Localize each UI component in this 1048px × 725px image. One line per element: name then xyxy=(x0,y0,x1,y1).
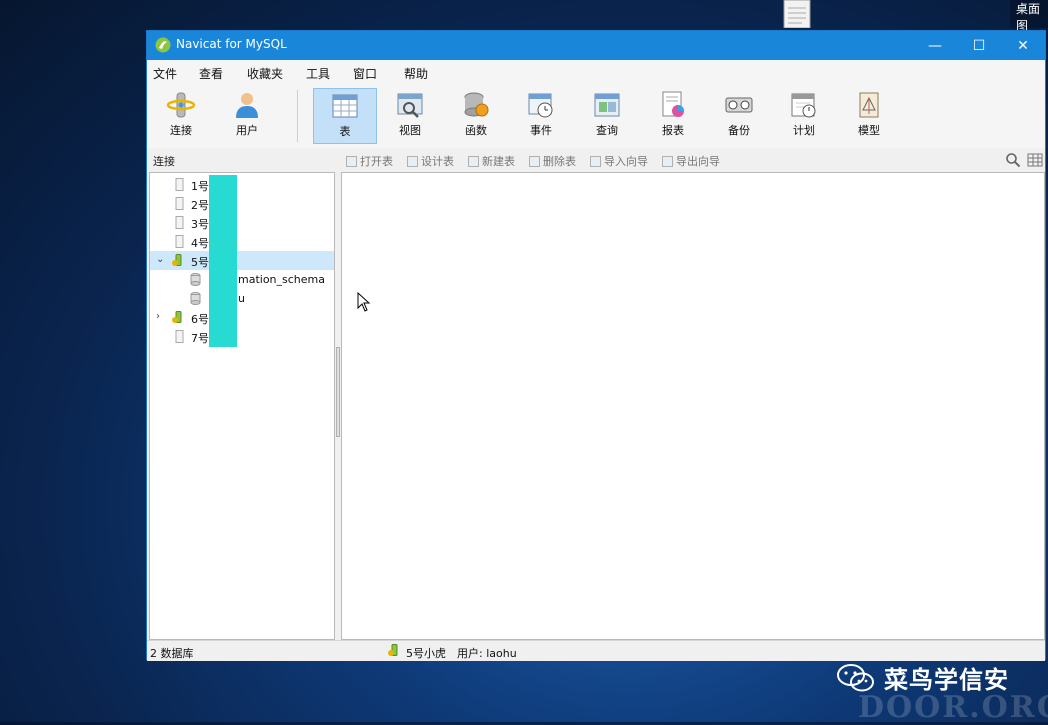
connection-closed-icon xyxy=(175,197,184,210)
tree-item-connection-6[interactable]: › 6号 xyxy=(150,308,334,327)
report-icon xyxy=(662,91,684,117)
toolbar-event-button[interactable]: 事件 xyxy=(509,88,573,144)
toolbar-separator xyxy=(297,90,298,142)
connection-closed-icon xyxy=(175,216,184,229)
view-icon xyxy=(397,93,423,118)
connection-tree[interactable]: 1号 2号 3号 4号 ⌄ 5号 mation_schema u › 6号 7号 xyxy=(149,172,335,640)
tree-item-connection-3[interactable]: 3号 xyxy=(150,213,334,232)
tree-item-database-schema[interactable]: mation_schema xyxy=(150,270,334,289)
table-icon xyxy=(332,94,358,118)
user-icon xyxy=(236,93,258,118)
menu-window[interactable]: 窗口 xyxy=(353,65,377,82)
window-title: Navicat for MySQL xyxy=(176,37,287,51)
tree-item-connection-2[interactable]: 2号 xyxy=(150,194,334,213)
status-bar: 2 数据库 5号小虎 用户: laohu xyxy=(147,640,1045,661)
close-button[interactable]: ✕ xyxy=(1001,31,1045,60)
event-icon xyxy=(528,93,553,118)
main-toolbar: 连接 用户 表 视图 函数 事件 查询 报表 备份 计划 模型 xyxy=(147,84,1045,149)
desktop-file-icon[interactable] xyxy=(782,0,812,29)
status-connection-name: 5号小虎 xyxy=(406,647,446,660)
tree-item-connection-4[interactable]: 4号 xyxy=(150,232,334,251)
search-icon[interactable] xyxy=(1005,152,1021,168)
menu-help[interactable]: 帮助 xyxy=(404,65,428,82)
minimize-button[interactable]: — xyxy=(913,31,957,60)
import-wizard-icon xyxy=(590,155,601,167)
toolbar-model-button[interactable]: 模型 xyxy=(837,88,901,144)
maximize-button[interactable]: ☐ xyxy=(957,31,1001,60)
splitter-grip[interactable] xyxy=(336,347,340,437)
tree-item-database-user[interactable]: u xyxy=(150,289,334,308)
schedule-icon xyxy=(791,93,816,118)
toolbar-backup-button[interactable]: 备份 xyxy=(707,88,771,144)
toolbar-query-button[interactable]: 查询 xyxy=(575,88,639,144)
toolbar-user-button[interactable]: 用户 xyxy=(215,88,279,144)
connection-open-icon xyxy=(172,311,182,323)
delete-table-button[interactable]: 删除表 xyxy=(529,153,576,169)
open-table-button[interactable]: 打开表 xyxy=(346,153,393,169)
menu-favorites[interactable]: 收藏夹 xyxy=(247,65,283,82)
toolbar-report-button[interactable]: 报表 xyxy=(641,88,705,144)
tree-item-connection-5[interactable]: ⌄ 5号 xyxy=(150,251,334,270)
mouse-cursor-icon xyxy=(357,292,371,312)
import-wizard-button[interactable]: 导入向导 xyxy=(590,153,648,169)
status-db-count: 2 数据库 xyxy=(150,647,194,660)
connection-closed-icon xyxy=(175,330,184,343)
query-icon xyxy=(594,93,620,117)
toolbar-schedule-button[interactable]: 计划 xyxy=(772,88,836,144)
status-user: 用户: laohu xyxy=(457,647,517,660)
collapse-arrow-icon[interactable]: ⌄ xyxy=(156,254,164,265)
new-table-icon xyxy=(468,155,479,167)
connection-closed-icon xyxy=(175,178,184,191)
desktop-icon-label[interactable]: 桌面图 xyxy=(1016,0,1048,34)
watermark-subtext: DOOR.ORG xyxy=(858,690,1048,725)
connection-icon xyxy=(166,92,196,118)
toolbar-function-button[interactable]: 函数 xyxy=(444,88,508,144)
menu-bar: 文件 查看 收藏夹 工具 窗口 帮助 xyxy=(147,60,1045,84)
new-table-button[interactable]: 新建表 xyxy=(468,153,515,169)
model-icon xyxy=(859,92,879,118)
tree-item-connection-1[interactable]: 1号 xyxy=(150,175,334,194)
export-wizard-button[interactable]: 导出向导 xyxy=(662,153,720,169)
backup-icon xyxy=(725,97,753,113)
menu-file[interactable]: 文件 xyxy=(153,65,177,82)
navicat-window: Navicat for MySQL — ☐ ✕ 文件 查看 收藏夹 工具 窗口 … xyxy=(146,30,1046,661)
status-connection-icon xyxy=(388,644,398,656)
connection-panel-label: 连接 xyxy=(153,155,175,168)
function-icon xyxy=(464,92,489,117)
navicat-logo-icon xyxy=(155,37,171,53)
database-icon xyxy=(190,273,201,286)
redaction-block xyxy=(209,175,237,347)
connection-open-icon xyxy=(172,254,182,266)
grid-view-icon[interactable] xyxy=(1027,152,1043,168)
object-toolbar: 连接 打开表 设计表 新建表 删除表 导入向导 导出向导 xyxy=(147,148,1045,172)
database-icon xyxy=(190,292,201,305)
menu-view[interactable]: 查看 xyxy=(199,65,223,82)
title-bar[interactable]: Navicat for MySQL — ☐ ✕ xyxy=(147,31,1045,60)
expand-arrow-icon[interactable]: › xyxy=(156,311,160,322)
object-list-pane[interactable] xyxy=(341,172,1045,640)
delete-table-icon xyxy=(529,155,540,167)
design-table-icon xyxy=(407,155,418,167)
toolbar-connection-button[interactable]: 连接 xyxy=(149,88,213,144)
design-table-button[interactable]: 设计表 xyxy=(407,153,454,169)
toolbar-table-button[interactable]: 表 xyxy=(313,88,377,144)
tree-item-connection-7[interactable]: 7号 xyxy=(150,327,334,346)
toolbar-view-button[interactable]: 视图 xyxy=(378,88,442,144)
menu-tools[interactable]: 工具 xyxy=(306,65,330,82)
export-wizard-icon xyxy=(662,155,673,167)
open-table-icon xyxy=(346,155,357,167)
wechat-icon xyxy=(837,663,874,691)
connection-closed-icon xyxy=(175,235,184,248)
